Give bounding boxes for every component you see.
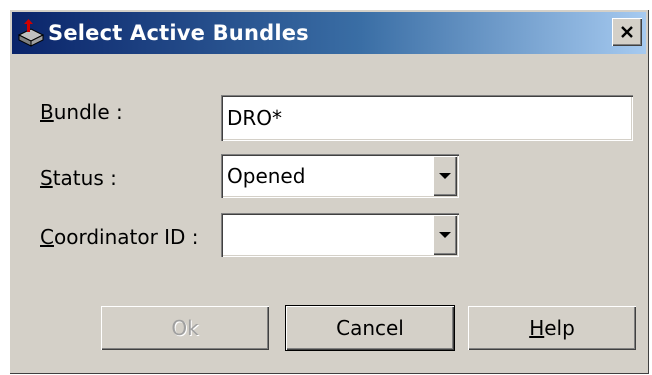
ok-button-label: Ok	[171, 316, 199, 340]
help-label-accel: H	[529, 316, 545, 340]
status-dropdown-button[interactable]	[433, 156, 457, 196]
coordinator-select[interactable]	[221, 213, 459, 257]
chevron-down-icon	[439, 173, 451, 179]
bundle-input-value: DRO*	[227, 106, 283, 130]
title-bar[interactable]: Select Active Bundles	[12, 12, 646, 54]
cancel-button-label: Cancel	[336, 316, 404, 340]
status-label-text: tatus :	[52, 166, 117, 190]
coordinator-label: Coordinator ID :	[40, 225, 199, 249]
ok-button[interactable]: Ok	[101, 306, 269, 350]
help-button-label: Help	[529, 316, 575, 340]
close-button[interactable]	[612, 18, 642, 46]
status-label: Status :	[40, 166, 117, 190]
bundle-label-accel: B	[40, 100, 54, 124]
close-icon	[621, 26, 633, 38]
help-label-text: elp	[544, 316, 575, 340]
dialog-window: Select Active Bundles Bundle : DRO* Stat…	[9, 9, 649, 374]
coordinator-dropdown-button[interactable]	[433, 215, 457, 255]
status-select-value: Opened	[227, 164, 306, 188]
bundle-label: Bundle :	[40, 100, 123, 124]
bundle-label-text: undle :	[53, 100, 123, 124]
bundle-app-icon	[16, 18, 46, 48]
chevron-down-icon	[439, 232, 451, 238]
status-select[interactable]: Opened	[221, 154, 459, 198]
status-label-accel: S	[40, 166, 53, 190]
coordinator-label-accel: C	[40, 225, 54, 249]
cancel-button[interactable]: Cancel	[286, 306, 454, 350]
help-button[interactable]: Help	[468, 306, 636, 350]
window-title: Select Active Bundles	[48, 21, 309, 45]
coordinator-label-text: oordinator ID :	[53, 225, 199, 249]
bundle-input[interactable]: DRO*	[221, 95, 633, 141]
